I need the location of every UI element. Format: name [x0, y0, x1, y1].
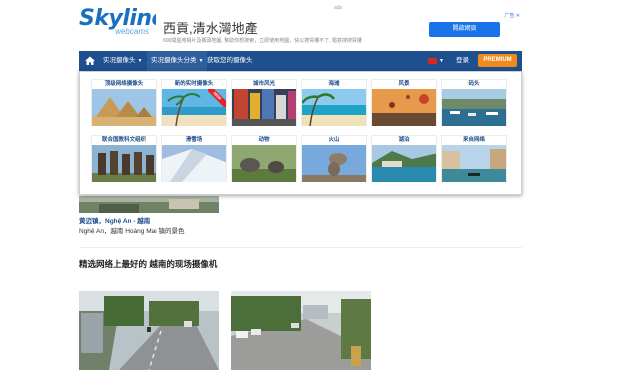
moai-statues-image [92, 145, 156, 182]
ad-open-button[interactable]: 開啟網頁 [429, 22, 500, 37]
category-label: 动物 [258, 137, 270, 143]
category-label: 联合国教科文组织 [101, 137, 146, 143]
category-tile-from-the-web[interactable]: 来自网络 [441, 135, 507, 182]
logo-subtext: webcams [115, 27, 149, 36]
category-tile-animals[interactable]: 动物 [231, 135, 297, 182]
skyline-logo[interactable]: Skyline webcams [79, 8, 166, 38]
category-label: 来自网络 [462, 137, 485, 143]
category-tile-beaches[interactable]: 海滩 [301, 79, 367, 126]
category-label: 火山 [328, 137, 340, 143]
divider [79, 247, 522, 248]
nav-get-your-webcam[interactable]: 获取您的摄像头 [203, 51, 257, 71]
ad-choices-icon[interactable]: 广告 ✕ [504, 12, 520, 19]
categories-dropdown: 顶级网络摄像头 新的实时摄像头 NEW 城市风光 海滩 风景 码头 联合国教科文… [79, 71, 522, 195]
premium-button[interactable]: PREMIUM [478, 54, 517, 67]
webcam-card-street-2[interactable] [231, 291, 371, 370]
nav-webcam-categories[interactable]: 实况摄像头分类 ▼ [147, 51, 208, 71]
harbor-image [442, 89, 506, 126]
category-label: 湖泊 [398, 137, 410, 143]
ad-description: 600間屋苑相片及碼頭地圖, 幫助你想搜索，立即使用地圖，快以搜買樓不了, 隨意… [163, 38, 362, 44]
home-icon[interactable] [82, 54, 98, 68]
category-tile-lakes[interactable]: 湖泊 [371, 135, 437, 182]
hot-air-balloons-image [372, 89, 436, 126]
login-link[interactable]: 登录 [456, 51, 469, 71]
category-tile-unesco[interactable]: 联合国教科文组织 [91, 135, 157, 182]
china-flag-icon[interactable] [428, 58, 437, 64]
category-tile-new-live-webcams[interactable]: 新的实时摄像头 NEW [161, 79, 227, 126]
ad-tag: ads [334, 5, 343, 11]
category-label: 新的实时摄像头 [174, 81, 214, 87]
category-label: 码头 [468, 81, 480, 87]
webcam-description: Nghệ An，越南 Hoàng Mai 镇的景色 [79, 228, 185, 235]
webcam-title[interactable]: 黄迈镇，Nghệ An - 越南 [79, 215, 150, 225]
category-label: 顶级网络摄像头 [104, 81, 144, 87]
chevron-down-icon: ▼ [137, 58, 143, 64]
webcam-thumbnail-hoang-mai[interactable] [79, 196, 219, 213]
tropical-beach-image [302, 89, 366, 126]
lake-town-image [372, 145, 436, 182]
category-tile-landscapes[interactable]: 风景 [371, 79, 437, 126]
category-label: 城市风光 [252, 81, 275, 87]
nav-webcam-categories-label: 实况摄像头分类 [151, 57, 197, 64]
category-label: 风景 [398, 81, 410, 87]
nav-live-webcams-label: 实况摄像头 [103, 57, 136, 64]
category-tile-ski-resorts[interactable]: 滑雪场 [161, 135, 227, 182]
category-tile-harbors[interactable]: 码头 [441, 79, 507, 126]
category-tile-cityscapes[interactable]: 城市风光 [231, 79, 297, 126]
canal-city-image [442, 145, 506, 182]
pyramids-image [92, 89, 156, 126]
category-label: 滑雪场 [185, 137, 203, 143]
nav-live-webcams[interactable]: 实况摄像头 ▼ [99, 51, 146, 71]
webcam-card-street-1[interactable] [79, 291, 219, 370]
ad-title[interactable]: 西貢,清水灣地產 [163, 18, 258, 37]
category-tile-top-webcams[interactable]: 顶级网络摄像头 [91, 79, 157, 126]
main-navbar: 实况摄像头 ▼ 实况摄像头分类 ▼ 获取您的摄像头 ▼ 登录 PREMIUM [79, 51, 522, 71]
elephants-image [232, 145, 296, 182]
ski-slope-image [162, 145, 226, 182]
ad-banner[interactable]: ads 广告 ✕ 西貢,清水灣地產 600間屋苑相片及碼頭地圖, 幫助你想搜索，… [156, 5, 522, 45]
language-chevron-down-icon[interactable]: ▼ [439, 51, 444, 71]
page: Skyline webcams ads 广告 ✕ 西貢,清水灣地產 600間屋苑… [0, 0, 640, 370]
volcano-rock-image [302, 145, 366, 182]
new-badge-text: NEW [208, 89, 226, 107]
category-tile-volcanoes[interactable]: 火山 [301, 135, 367, 182]
category-label: 海滩 [328, 81, 340, 87]
section-title: 精选网络上最好的 越南的现场摄像机 [79, 259, 218, 269]
times-square-image [232, 89, 296, 126]
new-badge: NEW [208, 89, 226, 107]
